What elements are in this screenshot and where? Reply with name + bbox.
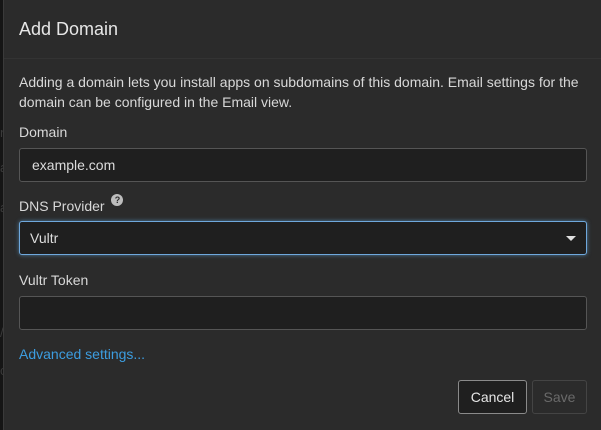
dns-provider-selected-value: Vultr xyxy=(30,230,59,246)
dns-provider-label-row: DNS Provider ? xyxy=(19,194,124,214)
help-icon[interactable]: ? xyxy=(111,194,124,206)
advanced-settings-link[interactable]: Advanced settings... xyxy=(19,346,145,362)
dns-provider-select[interactable]: Vultr xyxy=(19,221,587,255)
save-button[interactable]: Save xyxy=(532,380,587,414)
vultr-token-label: Vultr Token xyxy=(19,272,89,288)
vultr-token-input[interactable] xyxy=(19,296,587,330)
header-divider xyxy=(4,58,601,59)
dns-provider-label: DNS Provider xyxy=(19,198,105,214)
dialog-intro-text: Adding a domain lets you install apps on… xyxy=(19,74,579,110)
domain-label: Domain xyxy=(19,124,68,140)
cancel-button[interactable]: Cancel xyxy=(458,380,527,414)
dialog-title: Add Domain xyxy=(19,19,119,39)
add-domain-dialog: Add Domain Adding a domain lets you inst… xyxy=(3,0,601,430)
domain-input[interactable]: example.com xyxy=(19,148,587,182)
chevron-down-icon xyxy=(566,236,576,241)
